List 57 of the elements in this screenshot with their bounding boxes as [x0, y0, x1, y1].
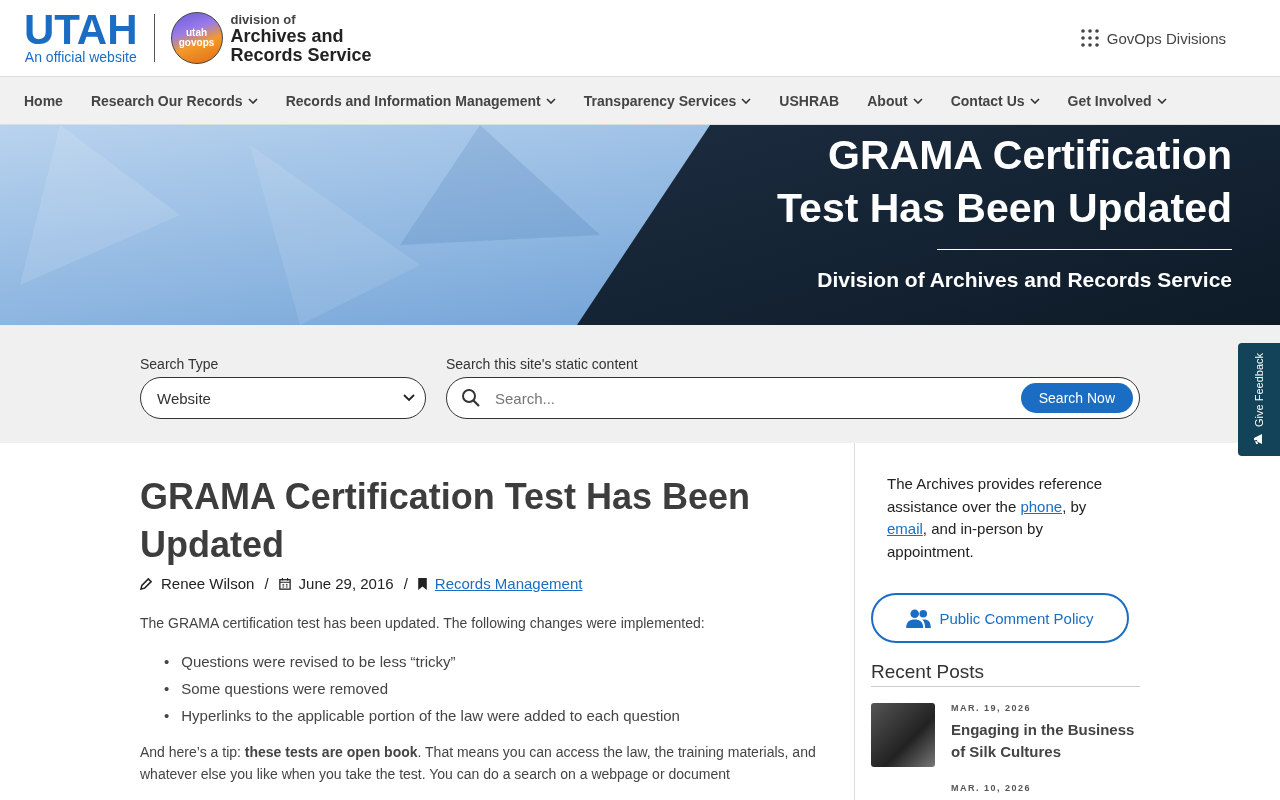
search-field-label: Search this site's static content	[446, 356, 639, 372]
bullet-item: Hyperlinks to the applicable portion of the law were added to each question	[181, 706, 680, 726]
chevron-down-icon[interactable]	[1156, 97, 1167, 104]
contact-link[interactable]: email	[887, 520, 923, 537]
chevron-down-icon[interactable]	[545, 97, 556, 104]
chevron-down-icon[interactable]	[247, 97, 258, 104]
article-paragraph: The GRAMA certification test has been updated. The following changes were implemented:	[140, 614, 706, 633]
search-type-dropdown[interactable]: Website	[140, 377, 426, 419]
chevron-down-icon[interactable]	[741, 97, 752, 104]
official-website-tagline: An official website	[24, 49, 137, 65]
search-type-label: Search Type	[140, 356, 220, 372]
nav-menu-item[interactable]: Contact Us	[950, 92, 1025, 109]
hero-title: GRAMA Certification Test Has Been Updated	[777, 131, 1232, 233]
search-field[interactable]: Search... Search Now	[446, 377, 1140, 419]
hero-subtitle: Division of Archives and Records Service	[817, 268, 1232, 292]
calendar-icon	[278, 577, 291, 590]
recent-post-link[interactable]: Engaging in the Business of Silk Cultures	[951, 719, 1140, 763]
search-now-button[interactable]: Search Now	[1020, 383, 1133, 413]
bullet-item: Questions were revised to be less “tricky”	[181, 652, 456, 672]
author-name: Renee Wilson	[161, 575, 255, 592]
govops-logo: utah govops	[170, 12, 223, 64]
meta-separator: /	[264, 575, 269, 592]
nav-menu-item[interactable]: Transparency Services	[583, 92, 737, 109]
public-comment-policy-button[interactable]: Public Comment Policy	[871, 593, 1129, 643]
contact-link[interactable]: phone	[1020, 497, 1063, 515]
meta-separator: /	[403, 575, 408, 592]
give-feedback-tab[interactable]: Give Feedback	[1238, 343, 1280, 456]
category-link[interactable]: Records Management	[434, 575, 583, 592]
reference-info-text: The Archives provides reference assistance over the phone, by email, and in-person by appointment.	[886, 474, 1104, 562]
nav-menu-item[interactable]: USHRAB	[779, 92, 840, 109]
grid-icon[interactable]	[1080, 29, 1099, 47]
post-date: MAR. 10, 2026	[951, 783, 1032, 793]
nav-menu-item[interactable]: Records and Information Management	[285, 92, 541, 109]
division-of-label: division of	[230, 11, 297, 27]
search-icon	[461, 388, 481, 408]
recent-posts-heading: Recent Posts	[871, 661, 1140, 687]
pencil-icon	[140, 577, 153, 590]
bookmark-icon	[417, 577, 427, 590]
govops-divisions-link[interactable]: GovOps Divisions	[1106, 29, 1226, 47]
nav-menu-item[interactable]: Research Our Records	[90, 92, 243, 109]
post-date: June 29, 2016	[298, 575, 394, 592]
post-date: MAR. 19, 2026	[951, 703, 1033, 713]
article-title: GRAMA Certification Test Has Been Updated	[140, 475, 752, 567]
chevron-down-icon[interactable]	[912, 97, 923, 104]
nav-menu-item[interactable]: About	[867, 92, 908, 109]
chevron-down-icon[interactable]	[1029, 97, 1040, 104]
bullet-marker: •	[164, 679, 170, 699]
bullet-item: Some questions were removed	[181, 679, 389, 699]
division-name[interactable]: Archives and Records Service	[230, 26, 372, 65]
state-logo[interactable]: UTAH	[24, 11, 138, 49]
bullet-marker: •	[164, 652, 170, 672]
chevron-down-icon	[403, 394, 415, 402]
nav-menu-item[interactable]: Get Involved	[1067, 92, 1152, 109]
people-icon	[906, 608, 932, 628]
article-paragraph: And here’s a tip: these tests are open book. That means you can access the law, the training materials, and whatever else you like when you take the test. You can do a search on a webpage or document	[140, 743, 817, 784]
bullet-marker: •	[164, 706, 170, 726]
nav-menu-item[interactable]: Home	[24, 92, 63, 109]
